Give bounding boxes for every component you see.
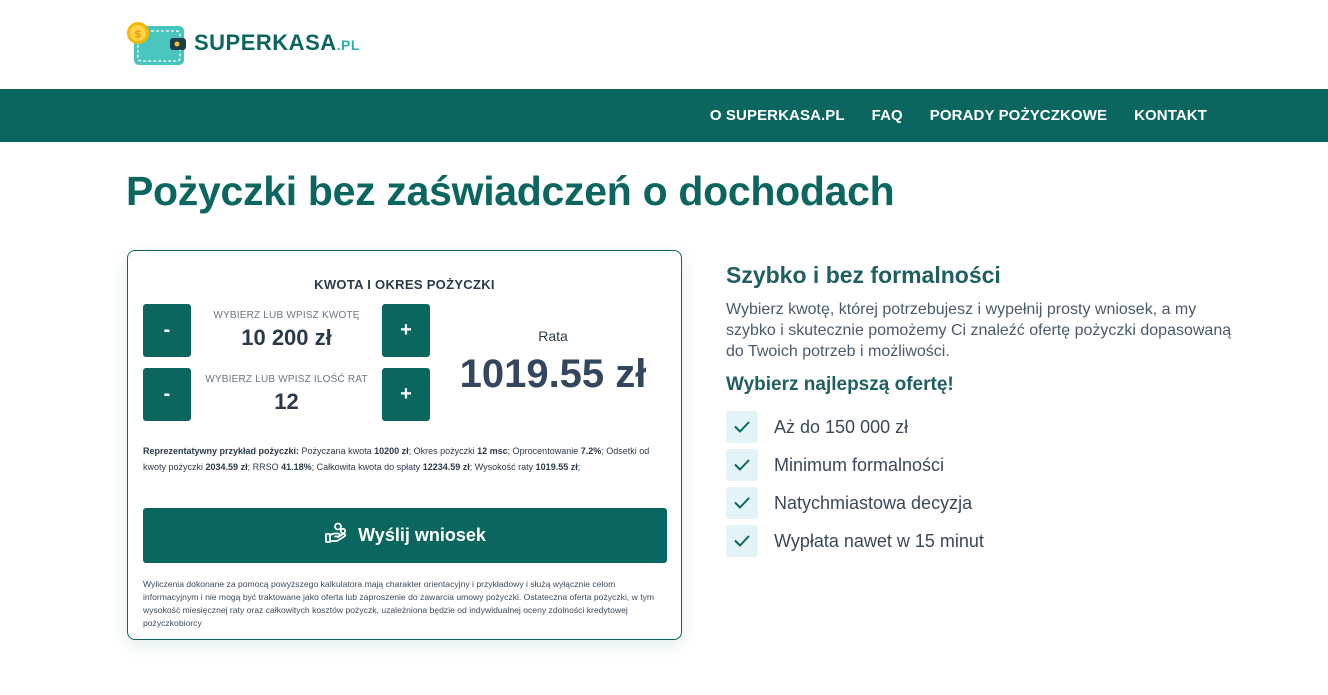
feature-item: Wypłata nawet w 15 minut: [726, 522, 1246, 560]
term-stepper: - WYBIERZ LUB WPISZ ILOŚĆ RAT 12 +: [143, 368, 431, 421]
rate-value: 1019.55 zł: [459, 352, 647, 396]
feature-label: Minimum formalności: [774, 454, 945, 475]
feature-label: Natychmiastowa decyzja: [774, 492, 973, 513]
rate-label: Rata: [538, 328, 568, 344]
feature-item: Aż do 150 000 zł: [726, 408, 1246, 446]
site-logo[interactable]: $ SUPERKASA.PL: [126, 18, 360, 68]
representative-example: Reprezentatywny przykład pożyczki: Pożyc…: [143, 446, 650, 472]
amount-increase-button[interactable]: +: [382, 304, 430, 357]
feature-list: Aż do 150 000 zł Minimum formalności Nat…: [726, 408, 1246, 560]
feature-item: Natychmiastowa decyzja: [726, 484, 1246, 522]
amount-field[interactable]: WYBIERZ LUB WPISZ KWOTĘ 10 200 zł: [191, 304, 382, 357]
wallet-icon: $: [126, 19, 186, 67]
check-icon: [726, 487, 758, 519]
nav-item-about[interactable]: O SUPERKASA.PL: [710, 107, 845, 124]
logo-text: SUPERKASA.PL: [194, 30, 360, 55]
amount-label: WYBIERZ LUB WPISZ KWOTĘ: [213, 310, 360, 321]
benefits-section: Szybko i bez formalności Wybierz kwotę, …: [726, 262, 1246, 560]
term-field[interactable]: WYBIERZ LUB WPISZ ILOŚĆ RAT 12: [191, 368, 382, 421]
site-header: $ SUPERKASA.PL: [0, 0, 1328, 89]
calculator-disclaimer: Wyliczenia dokonane za pomocą powyższego…: [143, 579, 655, 628]
check-icon: [726, 525, 758, 557]
term-value[interactable]: 12: [191, 389, 382, 415]
nav-menu: O SUPERKASA.PL FAQ PORADY POŻYCZKOWE KON…: [710, 89, 1207, 142]
submit-label: Wyślij wniosek: [358, 525, 486, 545]
term-increase-button[interactable]: +: [382, 368, 430, 421]
amount-value[interactable]: 10 200 zł: [191, 325, 382, 351]
page-title: Pożyczki bez zaświadczeń o dochodach: [126, 168, 895, 214]
svg-text:$: $: [134, 28, 142, 41]
amount-decrease-button[interactable]: -: [143, 304, 191, 357]
term-label: WYBIERZ LUB WPISZ ILOŚĆ RAT: [205, 374, 368, 385]
benefits-title: Szybko i bez formalności: [726, 262, 1001, 288]
check-icon: [726, 449, 758, 481]
feature-label: Aż do 150 000 zł: [774, 416, 909, 437]
benefits-description: Wybierz kwotę, której potrzebujesz i wyp…: [726, 301, 1232, 360]
feature-item: Minimum formalności: [726, 446, 1246, 484]
nav-item-loan-advice[interactable]: PORADY POŻYCZKOWE: [930, 107, 1107, 124]
calculator-heading: KWOTA I OKRES POŻYCZKI: [314, 277, 495, 292]
term-decrease-button[interactable]: -: [143, 368, 191, 421]
amount-stepper: - WYBIERZ LUB WPISZ KWOTĘ 10 200 zł +: [143, 304, 431, 357]
check-icon: [726, 411, 758, 443]
offer-subtitle: Wybierz najlepszą ofertę!: [726, 374, 954, 395]
main-navigation: O SUPERKASA.PL FAQ PORADY POŻYCZKOWE KON…: [0, 89, 1328, 142]
submit-application-button[interactable]: Wyślij wniosek: [143, 508, 667, 563]
feature-label: Wypłata nawet w 15 minut: [774, 530, 984, 551]
loan-calculator: KWOTA I OKRES POŻYCZKI - WYBIERZ LUB WPI…: [127, 250, 682, 640]
nav-item-contact[interactable]: KONTAKT: [1134, 107, 1207, 124]
monthly-rate: Rata 1019.55 zł: [433, 304, 673, 421]
nav-item-faq[interactable]: FAQ: [872, 107, 903, 124]
hand-coins-icon: [324, 522, 348, 549]
